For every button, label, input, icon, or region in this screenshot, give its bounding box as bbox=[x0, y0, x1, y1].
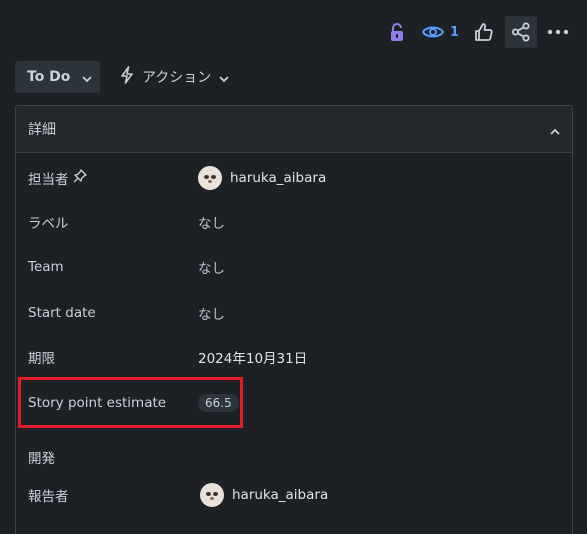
issue-sidebar: 1 To Do アクション 詳細 担当者 haruka_aibara ラベル な… bbox=[0, 0, 587, 534]
labels-value[interactable]: なし bbox=[198, 212, 225, 232]
watch-button[interactable]: 1 bbox=[418, 16, 463, 48]
reporter-value[interactable]: haruka_aibara bbox=[200, 483, 328, 507]
assignee-label: 担当者 bbox=[28, 172, 69, 188]
reporter-label: 報告者 bbox=[28, 489, 69, 505]
actions-label: アクション bbox=[142, 70, 212, 86]
reporter-name: haruka_aibara bbox=[232, 487, 329, 503]
chevron-up-icon bbox=[550, 120, 560, 139]
field-assignee: 担当者 haruka_aibara bbox=[16, 163, 572, 193]
story-points-value[interactable]: 66.5 bbox=[198, 394, 239, 412]
assignee-value[interactable]: haruka_aibara bbox=[198, 166, 326, 190]
field-due-date: 期限 2024年10月31日 bbox=[16, 342, 572, 372]
story-points-label: Story point estimate bbox=[28, 395, 167, 411]
field-label: 担当者 bbox=[28, 168, 87, 188]
issue-toolbar: 1 bbox=[382, 16, 573, 48]
lightning-icon bbox=[120, 66, 134, 88]
development-label: 開発 bbox=[28, 451, 55, 467]
field-team: Team なし bbox=[16, 252, 572, 282]
field-development: 開発 bbox=[16, 442, 572, 472]
chevron-down-icon bbox=[219, 68, 229, 87]
avatar bbox=[198, 166, 222, 190]
status-dropdown[interactable]: To Do bbox=[15, 61, 100, 93]
story-points-badge: 66.5 bbox=[198, 394, 239, 412]
team-label: Team bbox=[28, 259, 64, 275]
share-button[interactable] bbox=[505, 16, 537, 48]
due-date-label: 期限 bbox=[28, 351, 55, 367]
field-story-points: Story point estimate 66.5 bbox=[16, 388, 572, 418]
labels-label: ラベル bbox=[28, 216, 69, 232]
share-icon bbox=[511, 22, 531, 42]
status-label: To Do bbox=[27, 69, 71, 85]
more-actions-button[interactable] bbox=[543, 16, 573, 48]
start-date-value[interactable]: なし bbox=[198, 303, 225, 323]
details-panel-header[interactable]: 詳細 bbox=[16, 106, 572, 153]
pin-icon[interactable] bbox=[73, 169, 87, 187]
chevron-down-icon bbox=[82, 68, 93, 87]
restrict-button[interactable] bbox=[382, 16, 412, 48]
actions-dropdown[interactable]: アクション bbox=[120, 61, 229, 93]
unlock-icon bbox=[388, 22, 406, 42]
details-title: 詳細 bbox=[28, 122, 56, 138]
vote-button[interactable] bbox=[469, 16, 499, 48]
field-reporter: 報告者 haruka_aibara bbox=[16, 480, 572, 510]
thumbs-up-icon bbox=[474, 22, 494, 42]
due-date-value[interactable]: 2024年10月31日 bbox=[198, 347, 307, 367]
details-panel: 詳細 担当者 haruka_aibara ラベル なし Team なし Star… bbox=[15, 105, 573, 534]
team-value[interactable]: なし bbox=[198, 257, 225, 277]
field-start-date: Start date なし bbox=[16, 298, 572, 328]
field-labels: ラベル なし bbox=[16, 207, 572, 237]
avatar bbox=[200, 483, 224, 507]
assignee-name: haruka_aibara bbox=[230, 170, 327, 186]
start-date-label: Start date bbox=[28, 305, 96, 321]
watch-count: 1 bbox=[449, 24, 459, 40]
more-horizontal-icon bbox=[547, 29, 569, 35]
eye-icon bbox=[421, 24, 444, 40]
